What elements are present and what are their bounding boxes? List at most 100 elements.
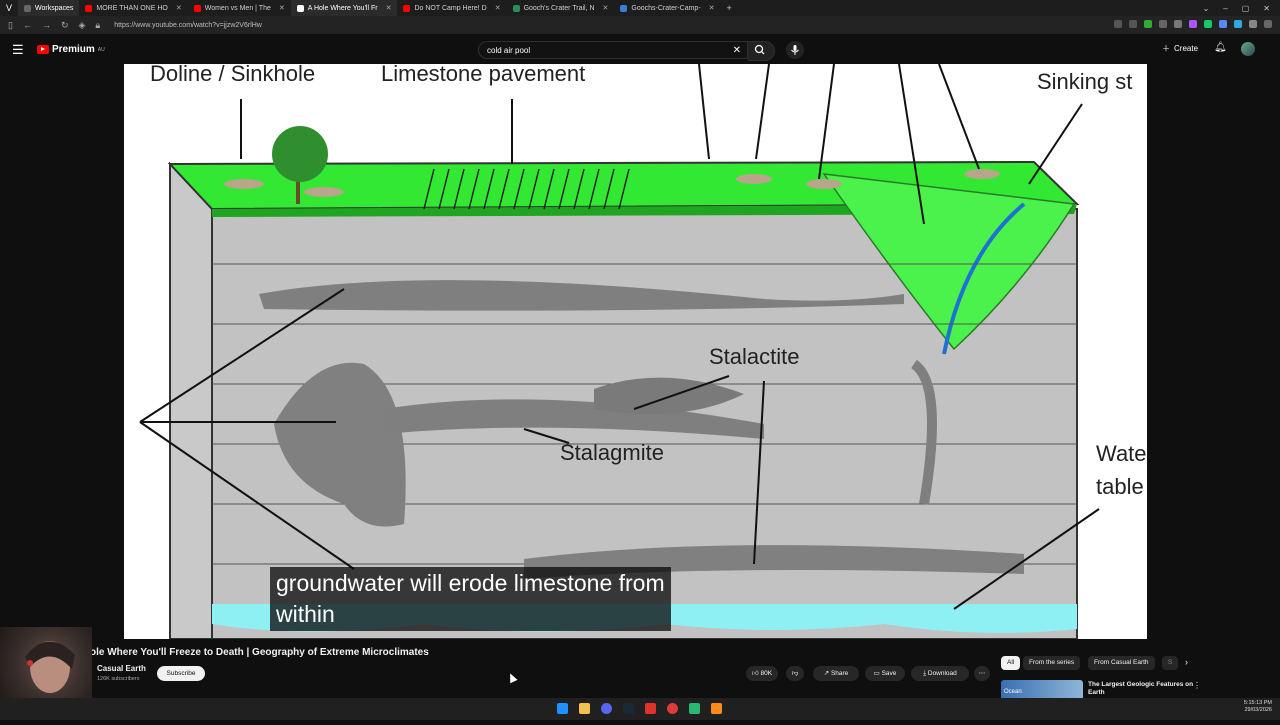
tab-4[interactable]: Do NOT Camp Here! D ✕: [397, 0, 506, 16]
discord-icon[interactable]: [601, 703, 612, 714]
vivaldi-menu-icon[interactable]: V: [0, 3, 18, 13]
workspaces-icon: [24, 4, 32, 12]
download-button[interactable]: ⤓ Download: [911, 666, 969, 681]
subscribe-button[interactable]: Subscribe: [157, 666, 205, 681]
search-button[interactable]: [748, 41, 775, 61]
clock-time: 5:15:13 PM: [1243, 700, 1272, 706]
start-icon[interactable]: [557, 703, 568, 714]
extension-icon[interactable]: [1144, 20, 1152, 28]
search-input[interactable]: cold air pool ✕: [478, 41, 748, 59]
app-icon[interactable]: [689, 703, 700, 714]
close-tab-icon[interactable]: ✕: [495, 4, 501, 12]
region-label: AU: [97, 46, 105, 53]
maximize-icon[interactable]: ▢: [1242, 4, 1250, 13]
chip-from-series[interactable]: From the series: [1023, 656, 1081, 670]
system-tray-clock[interactable]: 5:15:13 PM 29/03/2026: [1244, 700, 1272, 714]
forward-icon[interactable]: →: [42, 20, 51, 31]
extension-icon[interactable]: [1234, 20, 1242, 28]
block-left-face: [169, 161, 213, 639]
youtube-logo[interactable]: Premium AU: [37, 44, 105, 55]
vpn-icon[interactable]: [1264, 20, 1272, 28]
tab-list-icon[interactable]: ⌄: [1203, 4, 1210, 13]
audio-icon: [296, 4, 304, 12]
vlc-icon[interactable]: [711, 703, 722, 714]
new-tab-icon[interactable]: +: [721, 3, 738, 13]
like-count: 80: [760, 670, 768, 677]
site-icon: [512, 4, 520, 12]
close-window-icon[interactable]: ✕: [1263, 4, 1270, 13]
more-vert-icon[interactable]: ⋮: [1193, 681, 1201, 690]
save-label: Save: [881, 670, 897, 677]
back-icon[interactable]: ←: [23, 20, 32, 31]
shield-icon[interactable]: ◈: [79, 20, 86, 31]
download-icon[interactable]: [1219, 20, 1227, 28]
notifications-icon[interactable]: 🔔︎: [1214, 42, 1227, 53]
youtube-icon: [193, 4, 201, 12]
steam-icon[interactable]: [623, 703, 634, 714]
karst-diagram: Doline / Sinkhole Limestone pavement Sin…: [139, 64, 1147, 639]
app-icon[interactable]: [667, 703, 678, 714]
close-tab-icon[interactable]: ✕: [386, 4, 392, 12]
file-explorer-icon[interactable]: [579, 703, 590, 714]
caption-line-1: groundwater will erode limestone from: [276, 570, 665, 596]
tab-5[interactable]: Gooch's Crater Trail, N ✕: [507, 0, 615, 16]
reload-icon[interactable]: ↻: [61, 20, 69, 31]
tab-label: Gooch's Crater Trail, N: [523, 4, 595, 12]
url-field[interactable]: https://www.youtube.com/watch?v=jjzw2V6r…: [114, 22, 262, 29]
share-icon: ↗: [823, 670, 830, 677]
close-tab-icon[interactable]: ✕: [709, 4, 715, 12]
tab-1[interactable]: MORE THAN ONE HO ✕: [79, 0, 187, 16]
recommendation-thumbnail[interactable]: Ocean: [1001, 680, 1083, 700]
hamburger-menu-icon[interactable]: ☰: [12, 42, 24, 58]
share-label: Share: [830, 670, 849, 677]
video-player[interactable]: Doline / Sinkhole Limestone pavement Sin…: [124, 64, 1147, 639]
close-tab-icon[interactable]: ✕: [176, 4, 182, 12]
close-tab-icon[interactable]: ✕: [603, 4, 609, 12]
bookmark-icon[interactable]: [1129, 20, 1137, 28]
tab-6[interactable]: Goochs-Crater-Camp- ✕: [614, 0, 720, 16]
label-stalagmite: Stalagmite: [560, 440, 664, 465]
share-button[interactable]: ↗ Share: [813, 666, 859, 681]
extension-icon[interactable]: [1159, 20, 1167, 28]
channel-name[interactable]: Casual Earth: [97, 664, 146, 673]
label-water-table-1: Wate: [1096, 441, 1147, 466]
more-actions-button[interactable]: ⋯: [974, 666, 990, 681]
label-stalactite: Stalactite: [709, 344, 800, 369]
address-bar: ▯ ← → ↻ ◈ 🔒︎ https://www.youtube.com/wat…: [0, 16, 1280, 34]
extension-icon[interactable]: [1174, 20, 1182, 28]
chevron-right-icon[interactable]: ›: [1185, 657, 1188, 667]
close-tab-icon[interactable]: ✕: [279, 4, 285, 12]
doline-mark: [964, 169, 1000, 179]
minimize-icon[interactable]: –: [1223, 4, 1227, 13]
create-button[interactable]: ＋ Create: [1162, 43, 1198, 54]
tab-workspaces[interactable]: Workspaces: [18, 0, 80, 16]
like-button[interactable]: 👍︎ 80K: [746, 666, 778, 681]
panel-icon[interactable]: ▯: [8, 20, 13, 31]
extension-icon[interactable]: [1189, 20, 1197, 28]
plus-icon: ＋: [1162, 44, 1170, 53]
dislike-button[interactable]: 👎︎: [786, 666, 804, 681]
reader-icon[interactable]: [1114, 20, 1122, 28]
more-icon: ⋯: [978, 670, 986, 677]
video-captions: groundwater will erode limestone from wi…: [270, 567, 671, 631]
vivaldi-icon[interactable]: [645, 703, 656, 714]
tab-label: A Hole Where You'll Fr: [307, 4, 378, 12]
doline-mark: [736, 174, 772, 184]
search-value: cold air pool: [487, 45, 531, 55]
tab-3-active[interactable]: A Hole Where You'll Fr ✕: [290, 0, 398, 16]
voice-search-button[interactable]: [786, 41, 804, 59]
chip-all[interactable]: All: [1001, 656, 1021, 670]
tab-2[interactable]: Women vs Men | The ✕: [188, 0, 291, 16]
tab-label: MORE THAN ONE HO: [96, 4, 168, 12]
chip-partial[interactable]: S: [1162, 656, 1179, 670]
clear-search-icon[interactable]: ✕: [733, 45, 741, 56]
tab-label: Do NOT Camp Here! D: [414, 4, 487, 12]
extensions: [1114, 20, 1272, 28]
recommendation-title[interactable]: The Largest Geologic Features on Earth: [1088, 681, 1198, 697]
extension-icon[interactable]: [1249, 20, 1257, 28]
chip-from-channel[interactable]: From Casual Earth: [1088, 656, 1155, 670]
lock-icon[interactable]: 🔒︎: [95, 20, 100, 31]
account-avatar[interactable]: [1241, 42, 1255, 56]
extension-icon[interactable]: [1204, 20, 1212, 28]
save-button[interactable]: ▭ Save: [865, 666, 905, 681]
